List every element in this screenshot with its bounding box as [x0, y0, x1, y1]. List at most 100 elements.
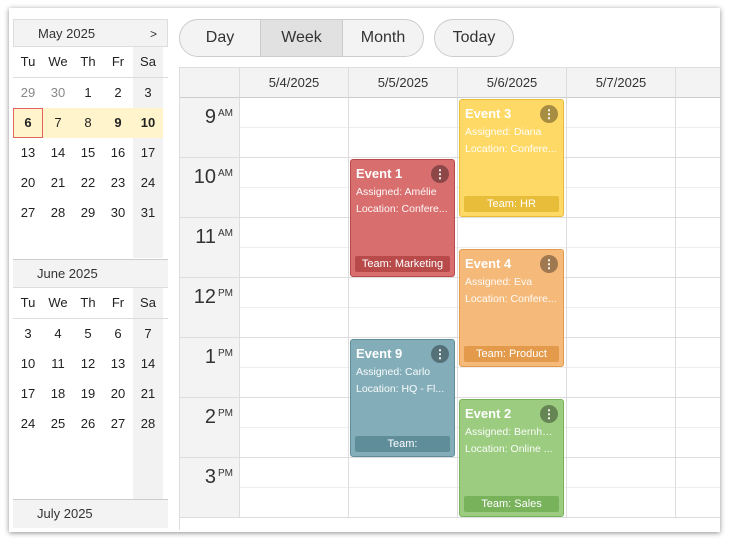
day-cell[interactable]: 26: [73, 409, 103, 439]
time-slot[interactable]: [567, 458, 676, 518]
day-cell[interactable]: 10: [13, 349, 43, 379]
weekday-label: We: [48, 295, 68, 310]
event-location: Location: HQ - Fl...: [356, 383, 445, 395]
day-cell[interactable]: 21: [133, 379, 163, 409]
day-cell[interactable]: 5: [73, 319, 103, 349]
month-title-label: July 2025: [37, 506, 93, 521]
time-slot[interactable]: [240, 278, 349, 338]
weekday-label: Sa: [133, 288, 163, 318]
time-slot[interactable]: [676, 338, 720, 398]
day-cell[interactable]: 20: [103, 379, 133, 409]
event-card[interactable]: Event 9 Assigned: Carlo Location: HQ - Fl.…: [350, 339, 455, 457]
day-cell[interactable]: 30: [43, 78, 73, 108]
time-slot[interactable]: [240, 98, 349, 158]
event-assigned: Assigned: Amélie: [356, 186, 437, 198]
day-cell[interactable]: 27: [103, 409, 133, 439]
time-slot[interactable]: [567, 218, 676, 278]
time-slot[interactable]: [676, 218, 720, 278]
day-cell[interactable]: 17: [13, 379, 43, 409]
time-slot[interactable]: [676, 158, 720, 218]
day-cell[interactable]: 25: [43, 409, 73, 439]
time-slot[interactable]: [240, 458, 349, 518]
view-switcher: Day Week Month: [179, 19, 424, 57]
day-cell[interactable]: 11: [43, 349, 73, 379]
day-cell[interactable]: 14: [133, 349, 163, 379]
day-cell[interactable]: 4: [43, 319, 73, 349]
day-cell[interactable]: 1: [73, 78, 103, 108]
time-slot[interactable]: [567, 338, 676, 398]
weekday-label: Fr: [111, 295, 125, 310]
time-slot[interactable]: [240, 398, 349, 458]
day-cell[interactable]: 8: [73, 108, 103, 138]
today-button[interactable]: Today: [434, 19, 514, 57]
hour-number: 2: [204, 406, 216, 428]
day-cell[interactable]: 24: [13, 409, 43, 439]
time-slot[interactable]: [349, 278, 458, 338]
week-view-button[interactable]: Week: [261, 20, 343, 56]
day-cell[interactable]: 28: [133, 409, 163, 439]
day-cell[interactable]: 19: [73, 379, 103, 409]
time-slot[interactable]: [567, 158, 676, 218]
day-cell[interactable]: 22: [73, 168, 103, 198]
day-cell[interactable]: 13: [103, 349, 133, 379]
event-card[interactable]: Event 4 Assigned: Eva Location: Confere...…: [459, 249, 564, 367]
day-cell[interactable]: 31: [133, 198, 163, 228]
time-slot[interactable]: [349, 98, 458, 158]
day-cell[interactable]: 2: [103, 78, 133, 108]
day-cell[interactable]: 3: [13, 319, 43, 349]
day-cell[interactable]: 3: [133, 78, 163, 108]
more-options-icon[interactable]: ⋮: [431, 165, 449, 183]
more-options-icon[interactable]: ⋮: [540, 405, 558, 423]
day-cell[interactable]: 30: [103, 198, 133, 228]
day-cell[interactable]: 7: [133, 319, 163, 349]
day-cell[interactable]: 20: [13, 168, 43, 198]
day-cell[interactable]: 14: [43, 138, 73, 168]
event-card[interactable]: Event 1 Assigned: Amélie Location: Confere…: [350, 159, 455, 277]
day-cell[interactable]: 9: [103, 108, 133, 138]
time-slot[interactable]: [676, 278, 720, 338]
time-slot[interactable]: [567, 398, 676, 458]
day-cell[interactable]: 28: [43, 198, 73, 228]
next-month-button[interactable]: >: [150, 20, 157, 48]
day-cell[interactable]: 21: [43, 168, 73, 198]
weekday-label: We: [48, 54, 68, 69]
more-options-icon[interactable]: ⋮: [431, 345, 449, 363]
day-cell[interactable]: 7: [43, 108, 73, 138]
event-card[interactable]: Event 2 Assigned: Bernhard Location: Onlin…: [459, 399, 564, 517]
event-card[interactable]: Event 3 Assigned: Diana Location: Confere.…: [459, 99, 564, 217]
day-cell-today[interactable]: 6: [13, 108, 43, 138]
time-slot[interactable]: [676, 458, 720, 518]
time-slot[interactable]: [240, 218, 349, 278]
time-slot[interactable]: [567, 98, 676, 158]
month-title: June 2025: [13, 260, 168, 288]
day-cell[interactable]: 6: [103, 319, 133, 349]
day-column-header: 5/5/2025: [349, 68, 458, 98]
day-cell[interactable]: 29: [13, 78, 43, 108]
day-cell[interactable]: 23: [103, 168, 133, 198]
day-cell[interactable]: 12: [73, 349, 103, 379]
day-cell[interactable]: 29: [73, 198, 103, 228]
month-june: June 2025 Tu We Th Fr Sa 3 4 5 6 7 10 11…: [13, 260, 168, 499]
week-row-empty: [13, 228, 168, 258]
day-cell[interactable]: 17: [133, 138, 163, 168]
month-view-button[interactable]: Month: [343, 20, 423, 56]
time-slot[interactable]: [676, 398, 720, 458]
time-slot[interactable]: [240, 338, 349, 398]
day-cell[interactable]: 10: [133, 108, 163, 138]
time-slot[interactable]: [676, 98, 720, 158]
event-assigned: Assigned: Diana: [465, 126, 542, 138]
day-cell[interactable]: 13: [13, 138, 43, 168]
more-options-icon[interactable]: ⋮: [540, 105, 558, 123]
day-cell[interactable]: 18: [43, 379, 73, 409]
day-cell[interactable]: 15: [73, 138, 103, 168]
weekday-label: Tu: [20, 295, 36, 310]
day-cell[interactable]: 27: [13, 198, 43, 228]
time-slot[interactable]: [567, 278, 676, 338]
time-slot[interactable]: [240, 158, 349, 218]
more-options-icon[interactable]: ⋮: [540, 255, 558, 273]
day-view-button[interactable]: Day: [180, 20, 261, 56]
day-cell[interactable]: 16: [103, 138, 133, 168]
time-slot[interactable]: [349, 458, 458, 518]
day-cell[interactable]: 24: [133, 168, 163, 198]
hour-ampm: PM: [218, 408, 233, 419]
